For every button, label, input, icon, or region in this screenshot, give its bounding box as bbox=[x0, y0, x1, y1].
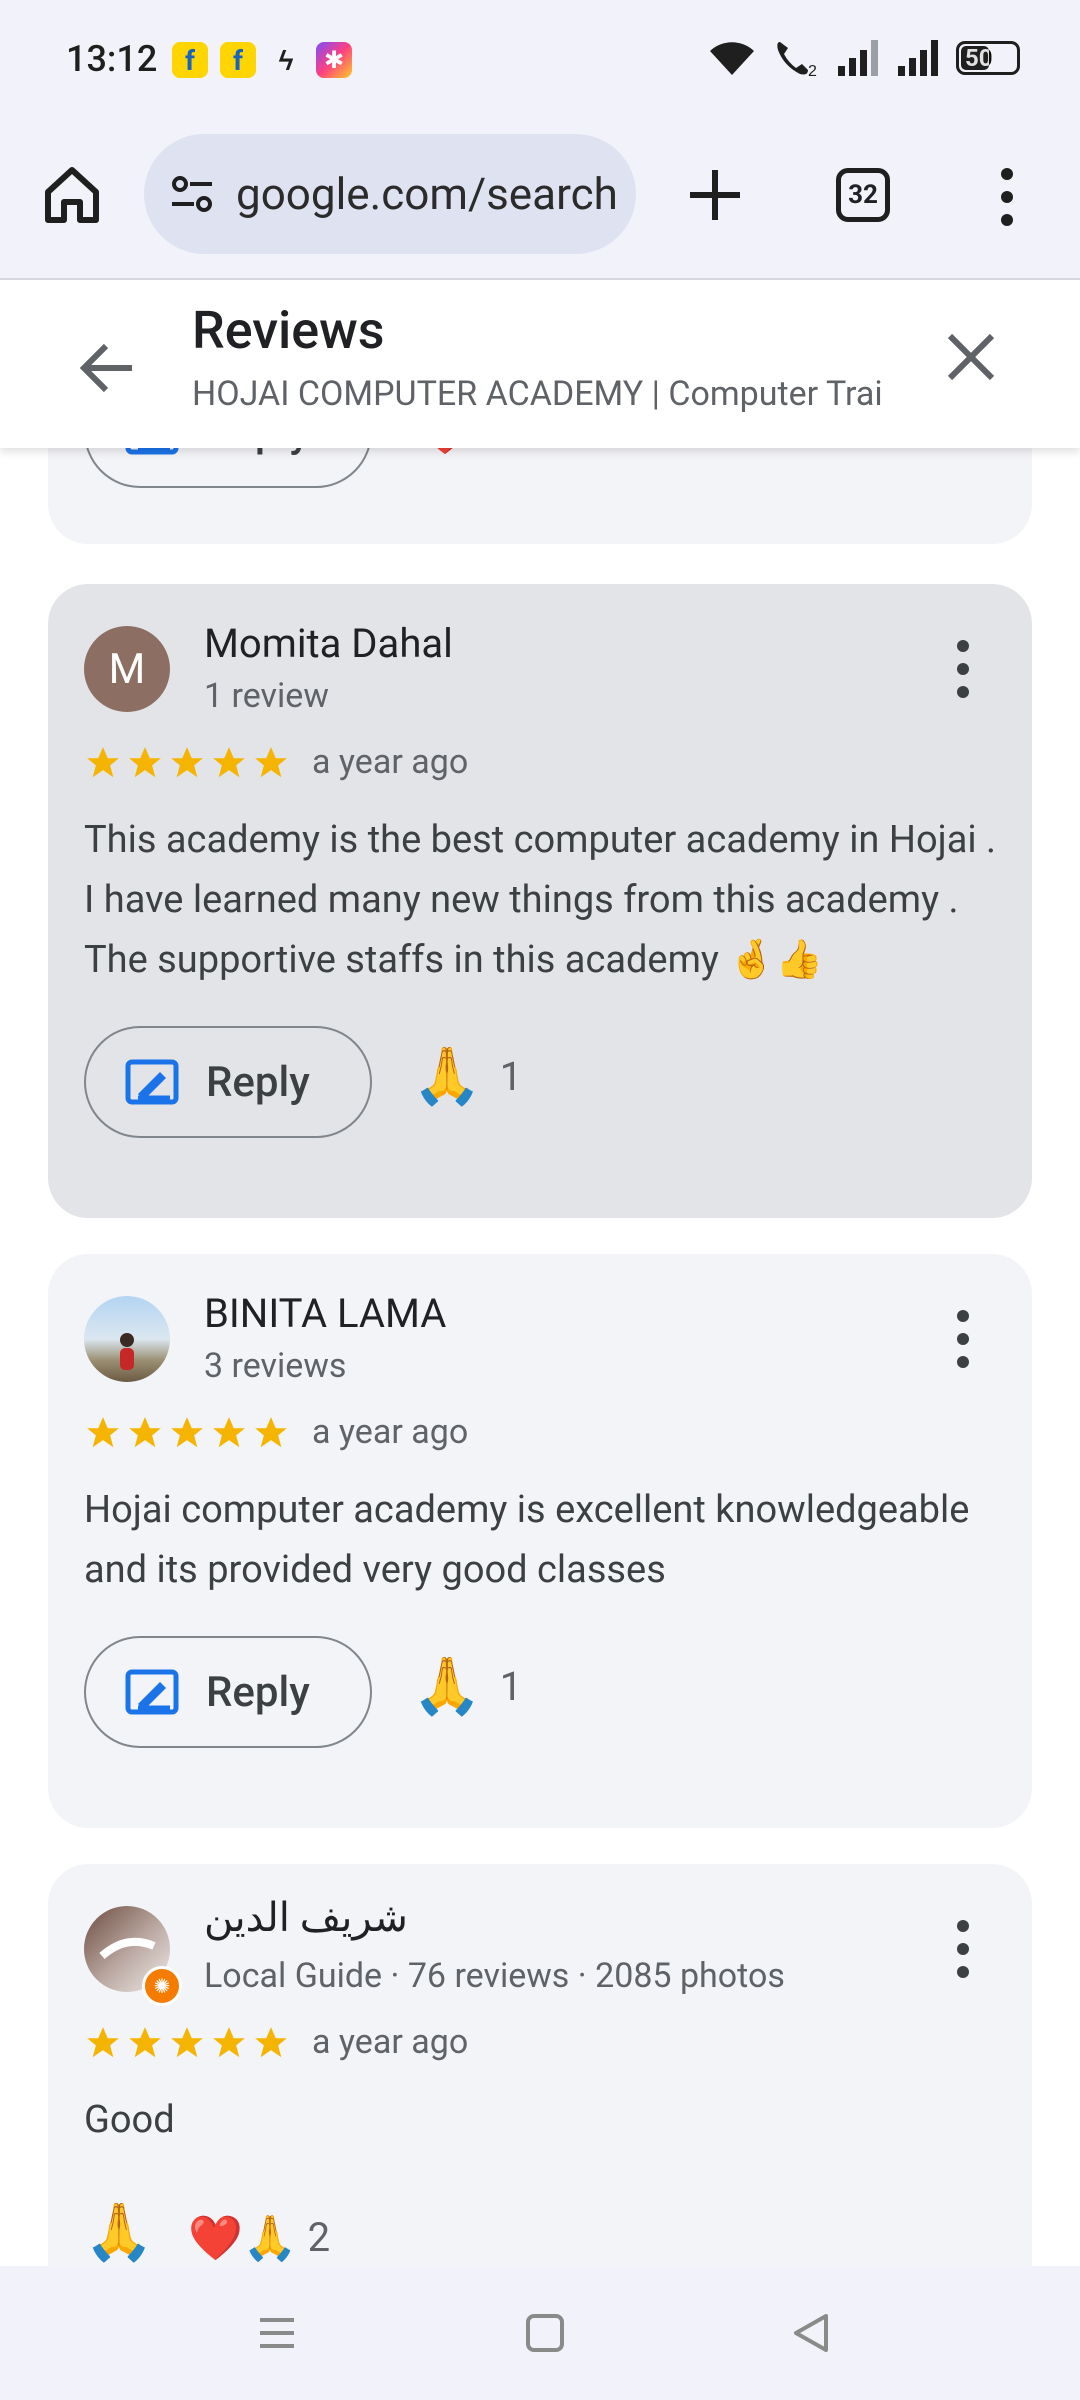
reply-button[interactable]: Reply bbox=[84, 448, 372, 488]
status-icons: 2 50 bbox=[706, 36, 1020, 80]
star-icon bbox=[87, 747, 119, 778]
react-button[interactable]: 🙏 bbox=[84, 2204, 154, 2260]
reaction-count: 1 bbox=[498, 448, 520, 450]
site-settings-icon[interactable] bbox=[166, 168, 218, 220]
star-rating bbox=[84, 1414, 290, 1452]
heart-pray-reaction-icon: ❤️🙏 bbox=[188, 2211, 298, 2264]
battery-icon: 50 bbox=[956, 41, 1020, 75]
pray-reaction-icon: 🙏 bbox=[412, 1653, 482, 1719]
star-rating bbox=[84, 2024, 290, 2062]
home-square-icon[interactable] bbox=[522, 2310, 568, 2356]
flipkart-icon: f bbox=[172, 42, 208, 78]
reviews-header: Reviews HOJAI COMPUTER ACADEMY | Compute… bbox=[0, 280, 1080, 448]
review-date: a year ago bbox=[312, 742, 469, 782]
new-tab-icon[interactable] bbox=[680, 160, 750, 230]
reaction-button[interactable]: ❤️ 1 bbox=[410, 448, 520, 454]
review-text: This academy is the best computer academ… bbox=[84, 818, 997, 982]
reaction-button[interactable]: 🙏 1 bbox=[412, 1048, 522, 1104]
review-date: a year ago bbox=[312, 2022, 469, 2062]
star-icon bbox=[255, 747, 287, 778]
page-title: Reviews bbox=[192, 300, 385, 361]
reply-button[interactable]: Reply bbox=[84, 1026, 372, 1138]
reaction-summary[interactable]: ❤️🙏 2 bbox=[188, 2214, 330, 2261]
reviewer-meta: 3 reviews bbox=[204, 1346, 347, 1386]
reviewer-name[interactable]: BINITA LAMA bbox=[204, 1290, 446, 1337]
reply-edit-icon bbox=[125, 448, 179, 455]
tab-switcher-button[interactable]: 32 bbox=[836, 168, 890, 222]
flipkart-icon: f bbox=[220, 42, 256, 78]
url-text[interactable]: google.com/search bbox=[236, 168, 616, 220]
star-icon bbox=[129, 1417, 161, 1448]
pray-reaction-icon: 🙏 bbox=[412, 1043, 482, 1109]
reviewer-name[interactable]: شريف الدين bbox=[204, 1894, 408, 1941]
star-icon bbox=[171, 2027, 203, 2058]
review-date: a year ago bbox=[312, 1412, 469, 1452]
cell-signal-1-icon bbox=[838, 40, 878, 76]
star-icon bbox=[87, 1417, 119, 1448]
avatar[interactable]: M bbox=[84, 626, 170, 712]
local-guide-badge-icon: ✺ bbox=[142, 1966, 182, 2006]
call-signal-icon: 2 bbox=[777, 42, 817, 80]
reply-label: Reply bbox=[206, 1667, 310, 1717]
browser-toolbar: google.com/search 32 bbox=[0, 124, 1080, 280]
more-options-icon[interactable] bbox=[946, 1914, 980, 1984]
star-rating bbox=[84, 744, 290, 782]
review-card[interactable]: M Momita Dahal 1 review a year ago This … bbox=[48, 584, 1032, 1218]
reviewer-name[interactable]: Momita Dahal bbox=[204, 620, 453, 667]
star-icon bbox=[171, 747, 203, 778]
business-name: HOJAI COMPUTER ACADEMY | Computer Traini… bbox=[192, 374, 882, 414]
reply-edit-icon bbox=[125, 1059, 179, 1105]
star-icon bbox=[213, 1417, 245, 1448]
back-triangle-icon[interactable] bbox=[788, 2310, 834, 2356]
avatar[interactable] bbox=[84, 1296, 170, 1382]
close-icon[interactable] bbox=[942, 328, 1000, 386]
reply-button[interactable]: Reply bbox=[84, 1636, 372, 1748]
reviews-list[interactable]: Reply ❤️ 1 M Momita Dahal 1 review a yea… bbox=[0, 448, 1080, 2266]
reply-edit-icon bbox=[125, 1669, 179, 1715]
status-time: 13:12 bbox=[66, 38, 158, 80]
cell-signal-2-icon bbox=[898, 40, 938, 76]
heart-reaction-icon: ❤️ bbox=[410, 448, 480, 454]
reply-label: Reply bbox=[206, 448, 310, 457]
star-app-icon: ✱ bbox=[316, 42, 352, 78]
reviewer-meta: Local Guide · 76 reviews · 2085 photos bbox=[204, 1956, 785, 1996]
more-options-icon[interactable] bbox=[946, 1304, 980, 1374]
review-text: Good bbox=[84, 2098, 175, 2142]
star-icon bbox=[255, 1417, 287, 1448]
person-photo-icon bbox=[120, 1333, 134, 1370]
avatar-letter: M bbox=[108, 644, 146, 694]
status-bar: 13:12 f f ϟ ✱ 2 50 bbox=[0, 0, 1080, 124]
star-icon bbox=[129, 2027, 161, 2058]
star-icon bbox=[87, 2027, 119, 2058]
wifi-icon bbox=[710, 42, 754, 75]
review-card: Reply ❤️ 1 bbox=[48, 448, 1032, 544]
recents-menu-icon[interactable] bbox=[254, 2310, 300, 2356]
flash-icon: ϟ bbox=[278, 43, 294, 77]
star-icon bbox=[255, 2027, 287, 2058]
reviewer-meta: 1 review bbox=[204, 676, 329, 716]
back-arrow-icon[interactable] bbox=[76, 336, 140, 400]
more-options-icon[interactable] bbox=[946, 634, 980, 704]
battery-level: 50 bbox=[965, 44, 993, 72]
star-icon bbox=[213, 747, 245, 778]
reply-label: Reply bbox=[206, 1057, 310, 1107]
star-icon bbox=[129, 747, 161, 778]
more-menu-icon[interactable] bbox=[990, 162, 1024, 232]
review-card[interactable]: ✺ شريف الدين Local Guide · 76 reviews · … bbox=[48, 1864, 1032, 2266]
url-bar[interactable]: google.com/search bbox=[144, 134, 636, 254]
svg-text:2: 2 bbox=[808, 63, 817, 80]
system-nav-bar bbox=[0, 2266, 1080, 2400]
reaction-count: 1 bbox=[499, 1052, 523, 1100]
reaction-count: 2 bbox=[307, 2214, 331, 2261]
star-icon bbox=[171, 1417, 203, 1448]
pray-reaction-icon: 🙏 bbox=[84, 2199, 154, 2265]
review-card[interactable]: BINITA LAMA 3 reviews a year ago Hojai c… bbox=[48, 1254, 1032, 1828]
review-text: Hojai computer academy is excellent know… bbox=[84, 1488, 970, 1592]
star-icon bbox=[213, 2027, 245, 2058]
reaction-count: 1 bbox=[499, 1662, 523, 1710]
home-icon[interactable] bbox=[40, 162, 104, 226]
reaction-button[interactable]: 🙏 1 bbox=[412, 1658, 522, 1714]
